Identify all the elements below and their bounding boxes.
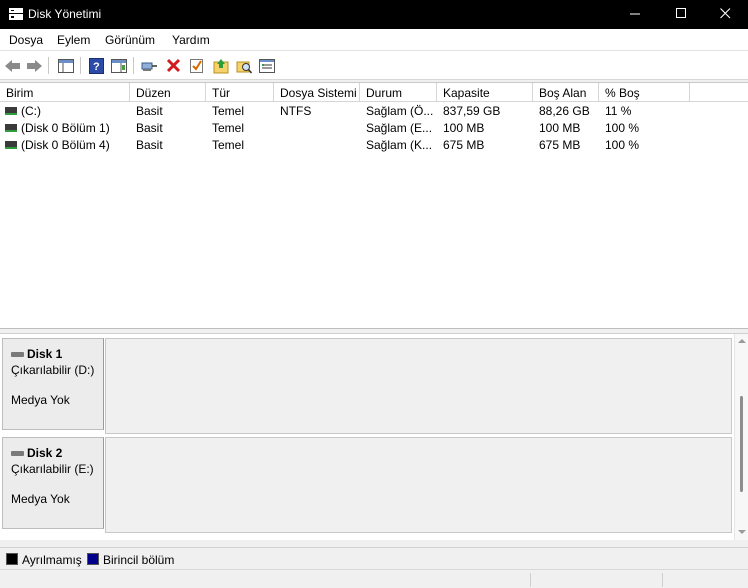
cell-yuzde-bos: 11 %: [605, 104, 632, 118]
disk-row: Disk 2 Çıkarılabilir (E:) Medya Yok: [0, 433, 734, 533]
column-header-dosya-sistemi[interactable]: Dosya Sistemi: [274, 83, 360, 102]
disk-label[interactable]: Disk 1 Çıkarılabilir (D:) Medya Yok: [2, 338, 104, 430]
disk-media-status: Medya Yok: [11, 393, 70, 407]
disk-icon: [11, 450, 24, 456]
status-bar: [0, 569, 748, 588]
close-icon: [719, 7, 731, 22]
back-arrow-icon[interactable]: [4, 57, 21, 74]
toolbar-separator: [80, 57, 81, 74]
legend-swatch-primary: [87, 553, 99, 565]
column-header-kapasite[interactable]: Kapasite: [437, 83, 533, 102]
scroll-up-icon[interactable]: [738, 339, 746, 343]
column-header-durum[interactable]: Durum: [360, 83, 437, 102]
legend-label-unallocated: Ayrılmamış: [22, 553, 82, 567]
cell-duzen: Basit: [136, 138, 163, 152]
list-view-icon[interactable]: [258, 57, 275, 74]
volume-icon: [5, 141, 17, 149]
disk-type: Çıkarılabilir (D:): [11, 363, 95, 377]
toolbar: ?: [0, 51, 748, 80]
menu-dosya[interactable]: Dosya: [9, 33, 43, 47]
show-hide-action-pane-icon[interactable]: [110, 57, 127, 74]
cell-birim: (Disk 0 Bölüm 1): [21, 121, 110, 135]
menu-gorunum[interactable]: Görünüm: [105, 33, 155, 47]
close-button[interactable]: [702, 0, 748, 29]
cell-duzen: Basit: [136, 104, 163, 118]
show-hide-console-tree-icon[interactable]: [57, 57, 74, 74]
legend-swatch-unallocated: [6, 553, 18, 565]
column-header-duzen[interactable]: Düzen: [130, 83, 206, 102]
column-header-yuzde-bos[interactable]: % Boş: [599, 83, 690, 102]
folder-up-icon[interactable]: [212, 57, 229, 74]
cell-dosya-sistemi: NTFS: [280, 104, 312, 118]
volume-icon: [5, 124, 17, 132]
forward-arrow-icon[interactable]: [26, 57, 43, 74]
minimize-button[interactable]: [612, 0, 658, 29]
volume-row[interactable]: (Disk 0 Bölüm 4) Basit Temel Sağlam (K..…: [0, 137, 748, 154]
maximize-button[interactable]: [658, 0, 704, 29]
maximize-icon: [675, 7, 687, 22]
connect-icon[interactable]: [141, 57, 158, 74]
cell-yuzde-bos: 100 %: [605, 121, 640, 135]
column-header-bos-alan[interactable]: Boş Alan: [533, 83, 599, 102]
help-icon[interactable]: ?: [88, 57, 105, 74]
volume-icon: [5, 107, 17, 115]
disk-media-status: Medya Yok: [11, 492, 70, 506]
svg-text:?: ?: [93, 61, 100, 73]
window-title: Disk Yönetimi: [28, 7, 102, 21]
cell-kapasite: 100 MB: [443, 121, 485, 135]
title-bar: Disk Yönetimi: [0, 0, 748, 29]
menu-yardim[interactable]: Yardım: [172, 33, 210, 47]
toolbar-separator: [133, 57, 134, 74]
toolbar-separator: [48, 57, 49, 74]
cell-kapasite: 837,59 GB: [443, 104, 501, 118]
menu-bar: Dosya Eylem Görünüm Yardım: [0, 29, 748, 51]
status-bar-divider: [662, 573, 663, 587]
cell-birim: (C:): [21, 104, 41, 118]
cell-tur: Temel: [212, 104, 245, 118]
scroll-down-icon[interactable]: [738, 530, 746, 534]
disk-graphical-pane: Disk 1 Çıkarılabilir (D:) Medya Yok Disk…: [0, 334, 734, 540]
properties-check-icon[interactable]: [188, 57, 205, 74]
minimize-icon: [629, 8, 641, 22]
cell-durum: Sağlam (E...: [366, 121, 433, 135]
search-folder-icon[interactable]: [235, 57, 252, 74]
disk-management-app-icon: [8, 7, 24, 21]
disk-label[interactable]: Disk 2 Çıkarılabilir (E:) Medya Yok: [2, 437, 104, 529]
legend: Ayrılmamış Birincil bölüm: [0, 547, 748, 569]
cell-birim: (Disk 0 Bölüm 4): [21, 138, 110, 152]
delete-icon[interactable]: [165, 57, 182, 74]
volume-row[interactable]: (C:) Basit Temel NTFS Sağlam (Ö... 837,5…: [0, 103, 748, 120]
column-header-birim[interactable]: Birim: [0, 83, 130, 102]
scrollbar-thumb[interactable]: [740, 396, 743, 492]
cell-durum: Sağlam (Ö...: [366, 104, 434, 118]
cell-tur: Temel: [212, 138, 245, 152]
volume-list-header: Birim Düzen Tür Dosya Sistemi Durum Kapa…: [0, 83, 748, 102]
column-header-tur[interactable]: Tür: [206, 83, 274, 102]
status-bar-divider: [530, 573, 531, 587]
disk-row: Disk 1 Çıkarılabilir (D:) Medya Yok: [0, 334, 734, 434]
cell-duzen: Basit: [136, 121, 163, 135]
cell-durum: Sağlam (K...: [366, 138, 433, 152]
disk-partition-area[interactable]: [105, 338, 732, 434]
legend-label-primary: Birincil bölüm: [103, 553, 175, 567]
disk-partition-area[interactable]: [105, 437, 732, 533]
menu-eylem[interactable]: Eylem: [57, 33, 90, 47]
cell-bos-alan: 88,26 GB: [539, 104, 590, 118]
disk-type: Çıkarılabilir (E:): [11, 462, 94, 476]
disk-name: Disk 2: [27, 446, 63, 460]
vertical-scrollbar[interactable]: [734, 334, 748, 540]
volume-row[interactable]: (Disk 0 Bölüm 1) Basit Temel Sağlam (E..…: [0, 120, 748, 137]
volume-list: Birim Düzen Tür Dosya Sistemi Durum Kapa…: [0, 82, 748, 328]
cell-tur: Temel: [212, 121, 245, 135]
cell-bos-alan: 100 MB: [539, 121, 581, 135]
cell-kapasite: 675 MB: [443, 138, 485, 152]
cell-bos-alan: 675 MB: [539, 138, 581, 152]
cell-yuzde-bos: 100 %: [605, 138, 640, 152]
disk-name: Disk 1: [27, 347, 63, 361]
disk-icon: [11, 351, 24, 357]
